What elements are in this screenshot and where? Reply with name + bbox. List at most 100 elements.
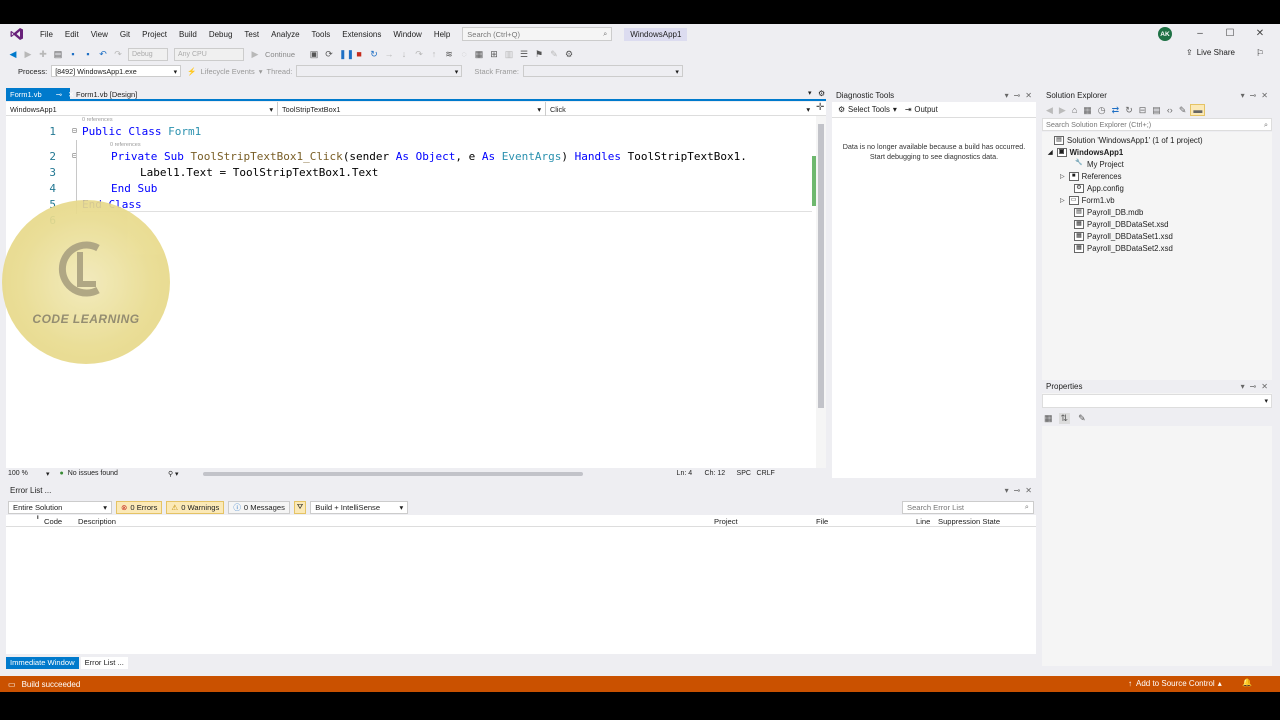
menu-tools[interactable]: Tools (306, 30, 337, 39)
avatar[interactable]: AK (1158, 27, 1172, 41)
property-pages-icon[interactable]: ✎ (1078, 413, 1086, 424)
dropdown-icon[interactable]: ▾ (1005, 486, 1009, 495)
project-dropdown[interactable]: WindowsApp1 ▾ (6, 102, 278, 116)
column-description[interactable]: Description (78, 517, 116, 526)
tree-item-dataset2[interactable]: ▦ Payroll_DBDataSet2.xsd (1074, 244, 1173, 253)
feedback-icon[interactable]: ⚐ (1256, 48, 1264, 59)
error-search-input[interactable]: Search Error List ⌕ (902, 500, 1034, 514)
pin-icon[interactable]: ⊸ (56, 90, 62, 99)
menu-help[interactable]: Help (428, 30, 456, 39)
pin-icon[interactable]: ⊸ (1250, 91, 1257, 100)
menu-project[interactable]: Project (136, 30, 173, 39)
tab-error-list[interactable]: Error List ... (80, 657, 128, 669)
show-next-icon[interactable]: → (384, 49, 394, 59)
code-lens-sub[interactable]: 0 references (110, 142, 141, 148)
tree-item-payroll-db[interactable]: ▤ Payroll_DB.mdb (1074, 208, 1143, 217)
menu-git[interactable]: Git (114, 30, 136, 39)
issues-status[interactable]: No issues found (68, 470, 118, 477)
menu-debug[interactable]: Debug (203, 30, 239, 39)
continue-button[interactable]: Continue (265, 50, 295, 59)
align-icon[interactable]: ⊞ (489, 49, 499, 59)
tree-item-dataset1[interactable]: ▦ Payroll_DBDataSet1.xsd (1074, 232, 1173, 241)
menu-view[interactable]: View (85, 30, 114, 39)
properties-object-dropdown[interactable]: ▾ (1042, 394, 1272, 408)
expand-arrow-icon[interactable]: ▷ (1060, 173, 1065, 180)
diagnostics-icon[interactable]: ≋ (444, 49, 454, 59)
column-line[interactable]: Line (916, 517, 930, 526)
expand-arrow-icon[interactable]: ◢ (1048, 149, 1053, 156)
select-tools-button[interactable]: Select Tools (848, 105, 890, 114)
code-lens-class[interactable]: 0 references (82, 117, 113, 123)
step-into-icon[interactable]: ↓ (399, 49, 409, 59)
redo-icon[interactable]: ↷ (113, 49, 123, 59)
warnings-filter-button[interactable]: ⚠ 0 Warnings (166, 500, 225, 514)
tab-form1-vb[interactable]: Form1.vb ⊸ ✕ (6, 88, 74, 101)
zoom-level[interactable]: 100 % (8, 470, 46, 477)
undo-icon[interactable]: ↶ (98, 49, 108, 59)
thread-dropdown[interactable]: ▾ (296, 65, 463, 77)
format-icon[interactable]: ▥ (504, 49, 514, 59)
step-over-icon[interactable]: ↷ (414, 49, 424, 59)
messages-filter-button[interactable]: ⓘ 0 Messages (228, 500, 290, 514)
menu-extensions[interactable]: Extensions (336, 30, 387, 39)
settings-icon[interactable]: ⚙ (818, 89, 825, 98)
settings-icon[interactable]: ⚙ (564, 49, 574, 59)
hot-reload-icon[interactable]: ⟳ (324, 49, 334, 59)
object-dropdown[interactable]: ToolStripTextBox1 ▾ (278, 102, 546, 116)
solution-search-input[interactable]: Search Solution Explorer (Ctrl+;) ⌕ (1042, 118, 1272, 131)
tree-item-my-project[interactable]: 🔧 My Project (1074, 160, 1124, 169)
menu-edit[interactable]: Edit (59, 30, 85, 39)
alphabetical-icon[interactable]: ⇅ (1058, 412, 1071, 424)
filter-toggle-button[interactable]: ⛛ (293, 500, 307, 514)
platform-dropdown[interactable]: Any CPU (174, 47, 244, 61)
notification-bell-icon[interactable]: 🔔 (1242, 678, 1252, 687)
scope-dropdown[interactable]: Entire Solution ▾ (8, 500, 112, 514)
lifecycle-events-dropdown[interactable]: Lifecycle Events (201, 67, 255, 76)
tab-form1-design[interactable]: Form1.vb [Design] (72, 88, 168, 101)
tree-item-project[interactable]: ◢ ▣ WindowsApp1 (1048, 148, 1123, 157)
errors-filter-button[interactable]: ⊗ 0 Errors (116, 500, 163, 514)
tree-item-dataset[interactable]: ▦ Payroll_DBDataSet.xsd (1074, 220, 1168, 229)
forward-icon[interactable]: ▶ (1059, 105, 1066, 116)
menu-window[interactable]: Window (387, 30, 427, 39)
pin-icon[interactable]: ⊸ (1014, 486, 1021, 495)
minimize-button[interactable]: – (1190, 27, 1210, 41)
menu-build[interactable]: Build (173, 30, 203, 39)
back-icon[interactable]: ◀ (8, 49, 18, 59)
preview-icon[interactable]: ▬ (1190, 104, 1206, 116)
brush-icon[interactable]: ⚲ ▾ (168, 470, 179, 478)
close-icon[interactable]: ✕ (1025, 91, 1032, 100)
tree-item-app-config[interactable]: ⚙ App.config (1074, 184, 1124, 193)
view-code-icon[interactable]: ‹› (1167, 105, 1173, 115)
close-window-button[interactable]: ✕ (1250, 27, 1270, 41)
process-dropdown[interactable]: [8492] WindowsApp1.exe ▾ (51, 65, 182, 77)
show-all-icon[interactable]: ▤ (1152, 105, 1161, 116)
home-icon[interactable]: ⌂ (1072, 105, 1077, 115)
save-all-icon[interactable]: ▪ (83, 49, 93, 59)
bookmark-icon[interactable]: ⚑ (534, 49, 544, 59)
scroll-thumb[interactable] (818, 124, 824, 408)
close-icon[interactable]: ✕ (1025, 486, 1032, 495)
stack-frame-dropdown[interactable]: ▾ (522, 65, 683, 77)
tree-item-solution[interactable]: ▤ Solution 'WindowsApp1' (1 of 1 project) (1054, 136, 1203, 145)
tree-item-references[interactable]: ▷ ■ References (1060, 172, 1122, 181)
whitespace-indicator[interactable]: SPC (737, 470, 757, 477)
event-dropdown[interactable]: Click ▾ (546, 102, 814, 116)
column-code[interactable]: Code (44, 517, 62, 526)
collapse-icon[interactable]: ⊟ (72, 126, 77, 135)
toolbox-icon[interactable]: ▦ (474, 49, 484, 59)
expand-arrow-icon[interactable]: ▷ (1060, 197, 1065, 204)
breakpoint-icon[interactable]: ◌ (459, 49, 469, 59)
dropdown-icon[interactable]: ▾ (1005, 91, 1009, 100)
column-project[interactable]: Project (714, 517, 738, 526)
layout-icon[interactable]: ☰ (519, 49, 529, 59)
categorized-icon[interactable]: ▦ (1044, 413, 1053, 424)
close-icon[interactable]: ✕ (1261, 91, 1268, 100)
split-icon[interactable]: ✛ (814, 102, 824, 115)
maximize-button[interactable]: ☐ (1220, 27, 1240, 41)
add-to-source-control-button[interactable]: ↑ Add to Source Control ▴ (1128, 679, 1222, 688)
output-button[interactable]: Output (914, 105, 937, 114)
refresh-icon[interactable]: ↻ (1125, 105, 1133, 116)
menu-analyze[interactable]: Analyze (265, 30, 305, 39)
pause-icon[interactable]: ❚❚ (339, 49, 354, 59)
